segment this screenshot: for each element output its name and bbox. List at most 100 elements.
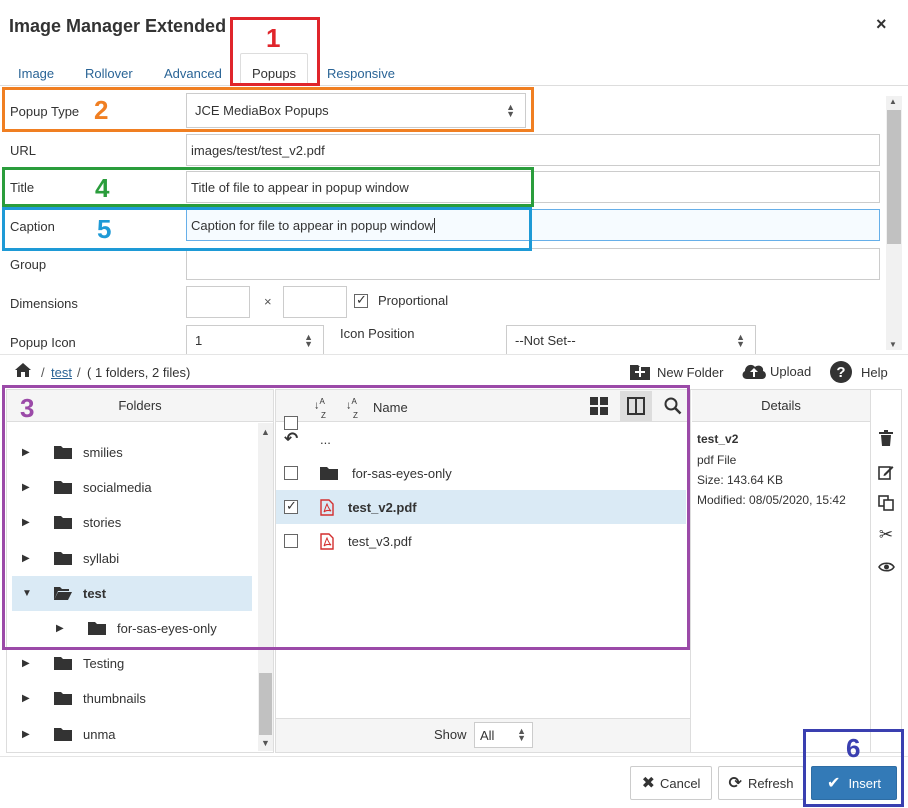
cancel-button[interactable]: ✖ Cancel	[630, 766, 712, 800]
annotation-number-4: 4	[95, 173, 110, 203]
tab-advanced[interactable]: Advanced	[164, 66, 222, 81]
folder-tree-item[interactable]: ▶ syllabi	[12, 541, 252, 576]
file-name: test_v2.pdf	[348, 499, 417, 515]
caret-right-icon[interactable]: ▶	[22, 447, 36, 458]
file-checkbox[interactable]	[284, 534, 298, 548]
folder-tree-label: smilies	[83, 445, 123, 460]
width-input[interactable]	[186, 286, 250, 318]
new-folder-icon	[630, 365, 650, 380]
proportional-checkbox[interactable]: ✓	[354, 292, 368, 308]
browser-divider	[0, 354, 908, 355]
grid-view-icon[interactable]	[590, 397, 608, 418]
svg-text:?: ?	[836, 364, 845, 381]
refresh-button[interactable]: ⟳ Refresh	[718, 766, 804, 800]
url-input[interactable]: images/test/test_v2.pdf	[186, 134, 880, 166]
close-icon[interactable]: ×	[876, 14, 887, 35]
tab-responsive[interactable]: Responsive	[327, 66, 395, 81]
home-icon[interactable]	[14, 362, 32, 381]
scroll-down-icon[interactable]: ▼	[889, 340, 897, 349]
folder-tree-item[interactable]: ▶ for-sas-eyes-only	[12, 611, 252, 646]
tab-popups[interactable]: Popups	[240, 53, 308, 86]
sort-asc-icon[interactable]: ↓A Z	[314, 397, 326, 420]
file-row[interactable]: ✓ test_v2.pdf	[276, 490, 686, 524]
details-header: Details	[692, 390, 870, 422]
folder-tree-item[interactable]: ▶ unma	[12, 717, 252, 752]
folders-header: Folders	[7, 390, 273, 422]
details-view-icon[interactable]	[620, 391, 652, 421]
dimensions-times: ×	[264, 294, 272, 309]
folder-tree-item[interactable]: ▶ Testing	[12, 646, 252, 681]
breadcrumb-folder-link[interactable]: test	[51, 365, 72, 380]
popup-icon-label: Popup Icon	[10, 335, 76, 350]
folder-tree-item[interactable]: ▶ smilies	[12, 435, 252, 470]
caret-right-icon[interactable]: ▶	[22, 658, 36, 669]
details-modified: Modified: 08/05/2020, 15:42	[697, 493, 846, 507]
group-label: Group	[10, 257, 47, 272]
caret-right-icon[interactable]: ▶	[22, 517, 36, 528]
file-row[interactable]: test_v3.pdf	[276, 524, 686, 558]
icon-position-value: --Not Set--	[515, 333, 576, 348]
caption-input[interactable]: Caption for file to appear in popup wind…	[186, 209, 880, 241]
scroll-up-icon[interactable]: ▲	[889, 97, 897, 106]
folder-tree-label: for-sas-eyes-only	[117, 621, 217, 636]
height-input[interactable]	[283, 286, 347, 318]
folders-scrollbar-thumb[interactable]	[259, 673, 272, 735]
tab-rollover[interactable]: Rollover	[85, 66, 133, 81]
parent-folder-label: ...	[320, 431, 331, 447]
file-checkbox[interactable]: ✓	[284, 498, 298, 514]
icon-position-select[interactable]: --Not Set-- ▲ ▼	[506, 325, 756, 355]
caret-right-icon[interactable]: ▶	[22, 693, 36, 704]
new-folder-button[interactable]: New Folder	[629, 362, 723, 382]
tab-image[interactable]: Image	[18, 66, 54, 81]
check-icon: ✓	[286, 498, 297, 513]
folder-tree-item[interactable]: ▶ stories	[12, 505, 252, 540]
caret-right-icon[interactable]: ▶	[22, 482, 36, 493]
delete-icon[interactable]	[876, 430, 896, 450]
caret-right-icon[interactable]: ▶	[22, 729, 36, 740]
folder-tree-item[interactable]: ▼ test	[12, 576, 252, 611]
proportional-label: Proportional	[378, 293, 449, 308]
url-value: images/test/test_v2.pdf	[191, 142, 325, 158]
search-icon[interactable]	[664, 397, 682, 418]
refresh-icon: ⟳	[728, 775, 742, 792]
title-input[interactable]: Title of file to appear in popup window	[186, 171, 880, 203]
parent-folder-row[interactable]: ↶...	[276, 422, 686, 456]
pdf-file-icon	[320, 498, 334, 516]
details-divider	[870, 390, 871, 752]
caret-right-icon[interactable]: ▶	[56, 623, 70, 634]
caret-right-icon[interactable]: ▶	[22, 553, 36, 564]
help-button[interactable]: ? Help	[829, 360, 888, 384]
folder-tree-item[interactable]: ▶ socialmedia	[12, 470, 252, 505]
popup-icon-select[interactable]: 1 ▲ ▼	[186, 325, 324, 355]
select-arrows-icon: ▲ ▼	[736, 331, 745, 349]
new-folder-label: New Folder	[657, 364, 724, 380]
preview-icon[interactable]	[876, 560, 896, 577]
annotation-number-1: 1	[266, 23, 281, 53]
caret-down-icon[interactable]: ▼	[22, 588, 36, 599]
details-size: Size: 143.64 KB	[697, 473, 784, 487]
folder-icon	[54, 692, 72, 705]
scroll-up-icon[interactable]: ▲	[261, 427, 270, 437]
insert-button[interactable]: ✔ Insert	[811, 766, 897, 800]
file-name: test_v3.pdf	[348, 533, 412, 549]
sort-desc-icon[interactable]: ↓A Z	[346, 397, 358, 420]
breadcrumb-sep-2: /	[77, 365, 81, 380]
annotation-number-6: 6	[846, 733, 861, 763]
file-checkbox[interactable]	[284, 466, 298, 480]
show-select[interactable]: All ▲ ▼	[474, 722, 533, 748]
footer-divider	[0, 756, 908, 757]
edit-icon[interactable]	[876, 464, 896, 484]
folder-icon	[54, 516, 72, 529]
popup-type-select[interactable]: JCE MediaBox Popups ▲ ▼	[186, 93, 526, 128]
scroll-down-icon[interactable]: ▼	[261, 738, 270, 748]
copy-icon[interactable]	[876, 495, 896, 515]
file-row[interactable]: for-sas-eyes-only	[276, 456, 686, 490]
folder-icon	[320, 466, 338, 480]
upload-button[interactable]: Upload	[740, 361, 811, 381]
form-scrollbar-thumb[interactable]	[887, 110, 901, 244]
folder-tree-item[interactable]: ▶ thumbnails	[12, 681, 252, 716]
cut-icon[interactable]: ✂	[876, 525, 896, 545]
title-label: Title	[10, 180, 35, 195]
group-input[interactable]	[186, 248, 880, 280]
name-column-header[interactable]: Name	[373, 400, 408, 415]
